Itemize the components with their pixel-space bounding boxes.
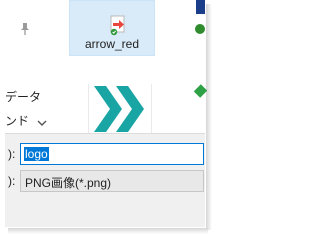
filename-input[interactable]: logo xyxy=(20,143,204,165)
window-shadow-right xyxy=(206,4,212,230)
arrow-red-file-icon xyxy=(110,15,125,36)
file-label-arrow-red: arrow_red xyxy=(84,37,140,51)
save-dialog-crop: データ ンド arrow_red ): logo ): PNG画像(*.png) xyxy=(0,0,215,234)
nav-item-second[interactable]: ンド xyxy=(5,112,29,129)
filetype-select[interactable]: PNG画像(*.png) xyxy=(20,170,204,192)
filename-value[interactable]: logo xyxy=(24,147,49,161)
next-file-icon-fragment xyxy=(196,0,205,14)
filetype-label-fragment: ): xyxy=(8,174,16,188)
chevron-down-icon[interactable] xyxy=(36,118,48,128)
logo-chevrons-image xyxy=(94,86,144,132)
check-badge-icon xyxy=(195,24,205,34)
nav-item-data[interactable]: データ xyxy=(5,88,41,105)
filename-label-fragment: ): xyxy=(8,147,16,161)
filetype-value: PNG画像(*.png) xyxy=(25,176,112,190)
window-shadow-bottom xyxy=(8,228,208,234)
pin-icon[interactable] xyxy=(19,22,31,36)
